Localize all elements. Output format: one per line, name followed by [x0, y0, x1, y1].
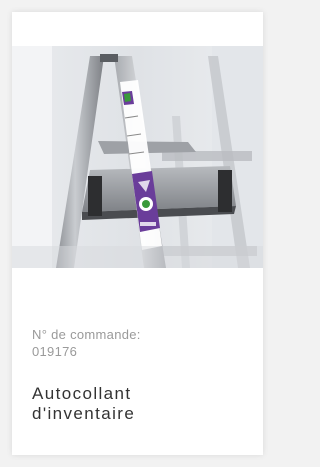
product-title-line-1: Autocollant	[32, 384, 132, 403]
product-title-line-2: d'inventaire	[32, 404, 136, 423]
order-number-value: 019176	[32, 344, 78, 359]
order-number-label: N° de commande:	[32, 327, 141, 342]
product-image[interactable]	[12, 46, 263, 268]
product-title[interactable]: Autocollant d'inventaire	[32, 384, 232, 424]
product-card[interactable]: N° de commande: 019176 Autocollant d'inv…	[12, 12, 263, 455]
